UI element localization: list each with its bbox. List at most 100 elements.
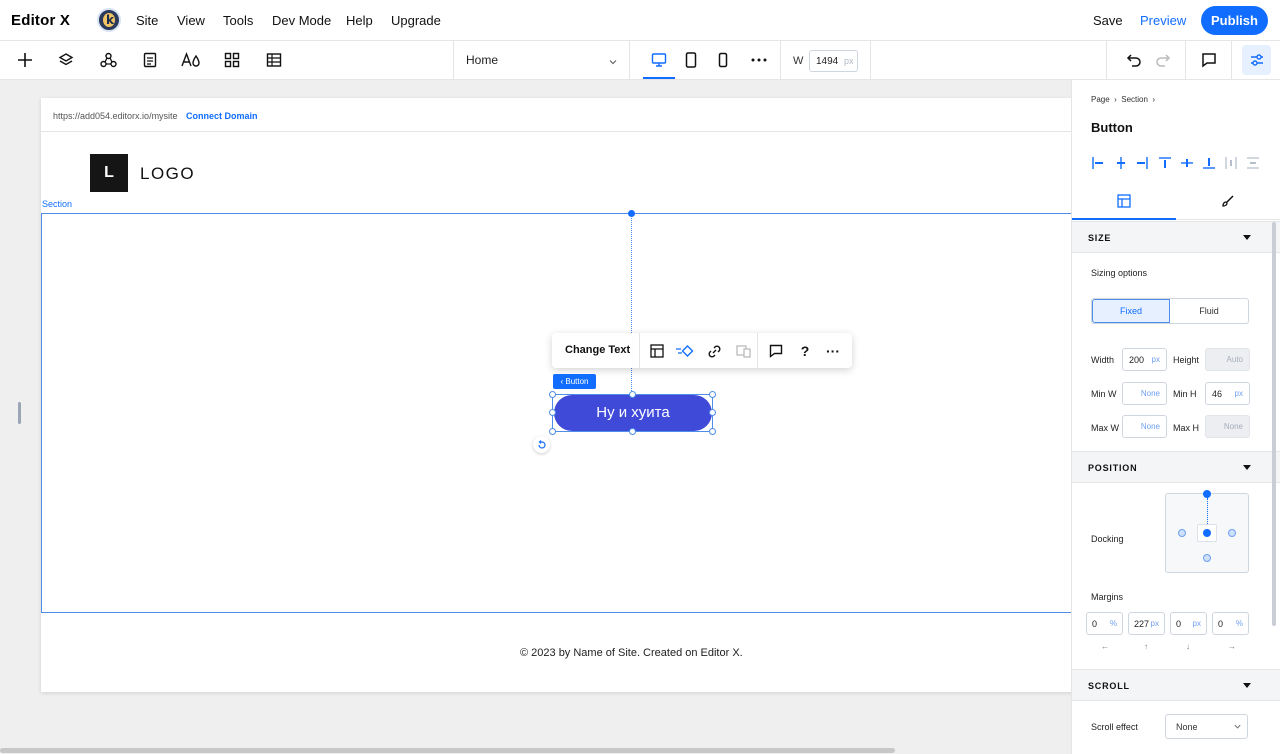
- dock-left-dot[interactable]: [1178, 529, 1186, 537]
- resize-handle-br[interactable]: [709, 428, 716, 435]
- apps-icon[interactable]: [222, 50, 242, 70]
- cms-table-icon[interactable]: [264, 50, 284, 70]
- section-label[interactable]: Section: [42, 199, 72, 209]
- margin-left-input[interactable]: 0 %: [1086, 612, 1123, 635]
- min-height-input[interactable]: 46 px: [1205, 382, 1250, 405]
- mobile-icon[interactable]: [713, 50, 733, 70]
- rotate-icon[interactable]: [533, 436, 550, 453]
- resize-handle-r[interactable]: [709, 409, 716, 416]
- add-icon[interactable]: [15, 50, 35, 70]
- menu-view[interactable]: View: [177, 13, 205, 28]
- min-width-input[interactable]: None: [1122, 382, 1167, 405]
- left-panel-handle[interactable]: [18, 402, 21, 424]
- dock-top-dot[interactable]: [1203, 490, 1211, 498]
- footer-text[interactable]: © 2023 by Name of Site. Created on Edito…: [520, 647, 743, 659]
- logo-text[interactable]: LOGO: [140, 164, 195, 184]
- width-input[interactable]: 200 px: [1122, 348, 1167, 371]
- align-top-icon[interactable]: [1158, 156, 1172, 170]
- change-text-button[interactable]: Change Text: [565, 344, 630, 356]
- layers-icon[interactable]: [56, 50, 76, 70]
- menu-site[interactable]: Site: [136, 13, 158, 28]
- menu-upgrade[interactable]: Upgrade: [391, 13, 441, 28]
- redo-icon[interactable]: [1153, 50, 1173, 70]
- preview-button[interactable]: Preview: [1140, 13, 1186, 28]
- comments-icon[interactable]: [1199, 50, 1219, 70]
- position-section-header[interactable]: POSITION: [1072, 451, 1280, 483]
- publish-button[interactable]: Publish: [1201, 6, 1268, 35]
- link-icon[interactable]: [704, 341, 724, 361]
- align-left-icon[interactable]: [1091, 156, 1105, 170]
- logo-mark[interactable]: L: [90, 154, 128, 192]
- size-section-header[interactable]: SIZE: [1072, 221, 1280, 253]
- pages-icon[interactable]: [140, 50, 160, 70]
- distribute-h-icon[interactable]: [1224, 156, 1238, 170]
- scroll-effect-select[interactable]: None: [1165, 714, 1248, 739]
- editor-toolbar: Home W 1494 px: [0, 41, 1280, 80]
- resize-handle-bl[interactable]: [549, 428, 556, 435]
- margin-right-input[interactable]: 0 %: [1212, 612, 1249, 635]
- resize-handle-tr[interactable]: [709, 391, 716, 398]
- align-center-v-icon[interactable]: [1180, 156, 1194, 170]
- tablet-icon[interactable]: [681, 50, 701, 70]
- margin-top-input[interactable]: 227 px: [1128, 612, 1165, 635]
- canvas-width-label: W: [793, 55, 804, 67]
- dock-center-dot[interactable]: [1203, 529, 1211, 537]
- help-icon[interactable]: ?: [795, 341, 815, 361]
- resize-handle-t[interactable]: [629, 391, 636, 398]
- margin-top-arrow-icon: ↑: [1144, 642, 1148, 651]
- editor-canvas[interactable]: https://add054.editorx.io/mysite Connect…: [0, 80, 1071, 754]
- comment-icon[interactable]: [766, 341, 786, 361]
- scroll-section-header[interactable]: SCROLL: [1072, 669, 1280, 701]
- max-width-input[interactable]: None: [1122, 415, 1167, 438]
- divider: [639, 333, 640, 368]
- inspector-tabs: [1072, 184, 1280, 220]
- site-avatar[interactable]: k: [97, 8, 121, 32]
- inspector-icon[interactable]: [1247, 50, 1267, 70]
- save-button[interactable]: Save: [1093, 13, 1123, 28]
- menu-tools[interactable]: Tools: [223, 13, 253, 28]
- resize-handle-b[interactable]: [629, 428, 636, 435]
- canvas-width-input[interactable]: 1494 px: [809, 50, 858, 72]
- design-tab-icon[interactable]: [1221, 194, 1235, 213]
- docking-guide-anchor[interactable]: [628, 210, 635, 217]
- editor-x-logo[interactable]: Editor X: [11, 12, 70, 29]
- animation-icon[interactable]: [675, 341, 695, 361]
- dock-bottom-dot[interactable]: [1203, 554, 1211, 562]
- breadcrumb-page[interactable]: Page: [1091, 95, 1110, 104]
- layout-icon[interactable]: [647, 341, 667, 361]
- dock-right-dot[interactable]: [1228, 529, 1236, 537]
- connections-icon[interactable]: [98, 50, 118, 70]
- resize-handle-l[interactable]: [549, 409, 556, 416]
- responsive-icon[interactable]: [733, 341, 753, 361]
- undo-icon[interactable]: [1124, 50, 1144, 70]
- theme-icon[interactable]: [181, 50, 201, 70]
- breadcrumb-section[interactable]: Section: [1121, 95, 1148, 104]
- align-right-icon[interactable]: [1135, 156, 1149, 170]
- chevron-down-icon[interactable]: [608, 54, 618, 72]
- margins-label: Margins: [1091, 592, 1124, 602]
- align-bottom-icon[interactable]: [1202, 156, 1216, 170]
- margin-bottom-arrow-icon: ↓: [1186, 642, 1190, 651]
- desktop-icon[interactable]: [649, 50, 669, 70]
- selected-button[interactable]: Ну и хуита: [554, 395, 712, 431]
- divider: [757, 333, 758, 368]
- margin-bottom-input[interactable]: 0 px: [1170, 612, 1207, 635]
- connect-domain-link[interactable]: Connect Domain: [186, 111, 258, 121]
- more-devices-icon[interactable]: [749, 50, 769, 70]
- max-height-input[interactable]: None: [1205, 415, 1250, 438]
- fixed-option[interactable]: Fixed: [1092, 299, 1170, 323]
- resize-handle-tl[interactable]: [549, 391, 556, 398]
- horizontal-scrollbar[interactable]: [0, 748, 895, 753]
- more-actions-icon[interactable]: ···: [823, 341, 843, 361]
- panel-scrollbar[interactable]: [1272, 222, 1276, 626]
- layout-tab-icon[interactable]: [1117, 194, 1131, 213]
- height-input[interactable]: Auto: [1205, 348, 1250, 371]
- distribute-v-icon[interactable]: [1246, 156, 1260, 170]
- min-height-label: Min H: [1173, 389, 1197, 399]
- fluid-option[interactable]: Fluid: [1170, 299, 1248, 323]
- selected-element-tag[interactable]: ‹ Button: [553, 374, 596, 389]
- align-center-h-icon[interactable]: [1114, 156, 1128, 170]
- page-selector[interactable]: Home: [466, 53, 498, 67]
- menu-help[interactable]: Help: [346, 13, 373, 28]
- menu-dev-mode[interactable]: Dev Mode: [272, 13, 331, 28]
